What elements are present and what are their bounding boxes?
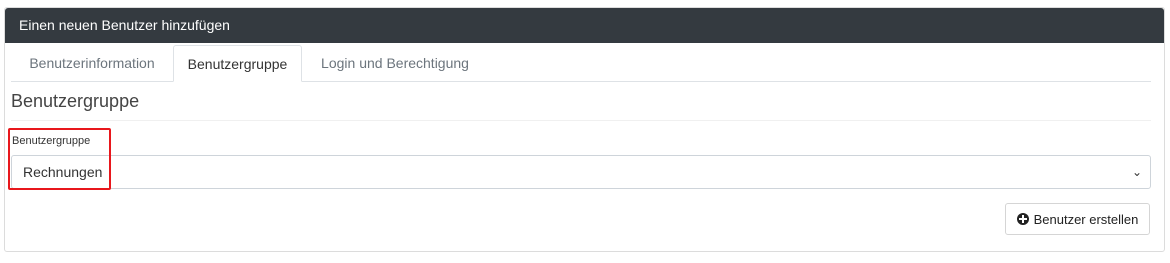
section-title: Benutzergruppe <box>11 91 140 111</box>
group-select[interactable]: Rechnungen ⌄ <box>11 155 1151 189</box>
create-user-button[interactable]: Benutzer erstellen <box>1005 203 1150 235</box>
group-select-value: Rechnungen <box>23 164 103 180</box>
tab-bar: Benutzerinformation Benutzergruppe Login… <box>11 45 1151 82</box>
chevron-down-icon: ⌄ <box>1131 165 1142 179</box>
card-header: Einen neuen Benutzer hinzufügen <box>5 8 1164 43</box>
divider <box>11 120 1151 121</box>
tab-login-berechtigung[interactable]: Login und Berechtigung <box>302 45 488 81</box>
add-user-card: Einen neuen Benutzer hinzufügen <box>4 7 1165 252</box>
create-user-label: Benutzer erstellen <box>1033 211 1139 227</box>
group-field-label: Benutzergruppe <box>12 135 91 147</box>
tab-benutzerinformation[interactable]: Benutzerinformation <box>11 45 173 81</box>
tab-benutzergruppe[interactable]: Benutzergruppe <box>173 45 302 82</box>
plus-circle-icon <box>1016 213 1029 225</box>
